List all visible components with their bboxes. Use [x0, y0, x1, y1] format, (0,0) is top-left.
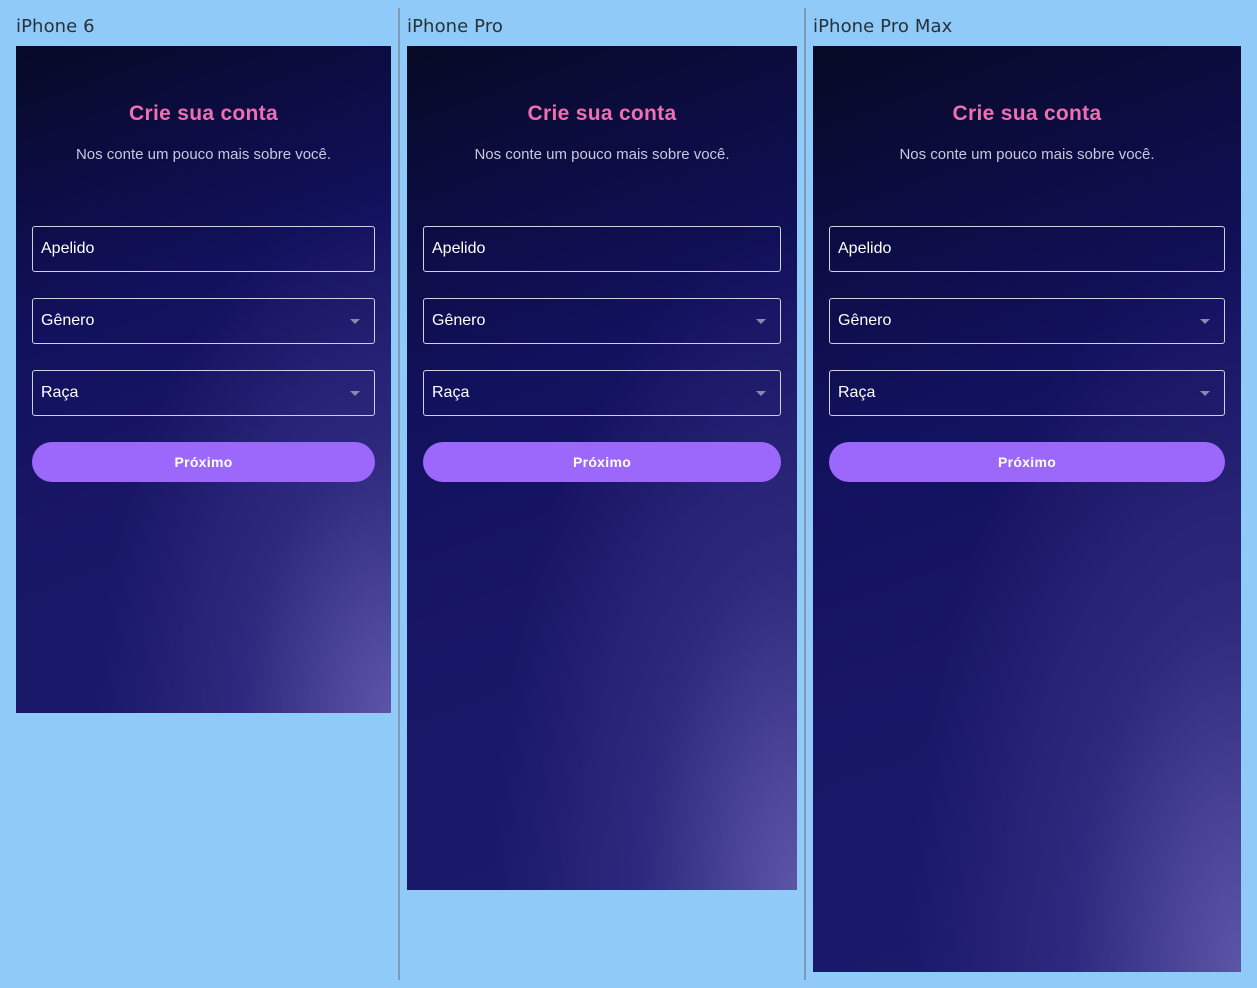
- race-label: Raça: [41, 384, 79, 401]
- gender-label: Gênero: [838, 312, 892, 329]
- next-button[interactable]: Próximo: [829, 442, 1225, 482]
- race-label: Raça: [838, 384, 876, 401]
- nickname-input[interactable]: Apelido: [423, 226, 781, 272]
- caret-down-icon: [1200, 390, 1210, 396]
- phone-screen: Crie sua conta Nos conte um pouco mais s…: [813, 46, 1241, 972]
- gender-label: Gênero: [432, 312, 486, 329]
- gender-select[interactable]: Gênero: [829, 298, 1225, 344]
- page-title: Crie sua conta: [952, 102, 1102, 125]
- nickname-label: Apelido: [838, 240, 892, 257]
- caret-down-icon: [350, 390, 360, 396]
- page-subtitle: Nos conte um pouco mais sobre você.: [899, 146, 1155, 163]
- race-select[interactable]: Raça: [829, 370, 1225, 416]
- race-select[interactable]: Raça: [423, 370, 781, 416]
- phone-screen: Crie sua conta Nos conte um pouco mais s…: [407, 46, 797, 890]
- page-title: Crie sua conta: [527, 102, 677, 125]
- page-subtitle: Nos conte um pouco mais sobre você.: [75, 146, 332, 163]
- device-column-iphone-pro: iPhone Pro Crie sua conta Nos conte um p…: [400, 0, 804, 988]
- gender-label: Gênero: [41, 312, 95, 329]
- caret-down-icon: [350, 318, 360, 324]
- device-label: iPhone Pro: [407, 16, 504, 37]
- device-column-iphone-pro-max: iPhone Pro Max Crie sua conta Nos conte …: [806, 0, 1257, 988]
- next-button[interactable]: Próximo: [32, 442, 375, 482]
- device-label: iPhone 6: [16, 16, 95, 37]
- page-title: Crie sua conta: [129, 102, 278, 125]
- device-column-iphone-6: iPhone 6 Crie sua conta Nos conte um pou…: [0, 0, 398, 988]
- nickname-input[interactable]: Apelido: [32, 226, 375, 272]
- next-button[interactable]: Próximo: [423, 442, 781, 482]
- caret-down-icon: [1200, 318, 1210, 324]
- nickname-label: Apelido: [432, 240, 486, 257]
- gender-select[interactable]: Gênero: [32, 298, 375, 344]
- gender-select[interactable]: Gênero: [423, 298, 781, 344]
- race-select[interactable]: Raça: [32, 370, 375, 416]
- nickname-input[interactable]: Apelido: [829, 226, 1225, 272]
- caret-down-icon: [756, 390, 766, 396]
- device-label: iPhone Pro Max: [813, 16, 953, 37]
- caret-down-icon: [756, 318, 766, 324]
- nickname-label: Apelido: [41, 240, 95, 257]
- race-label: Raça: [432, 384, 470, 401]
- page-subtitle: Nos conte um pouco mais sobre você.: [474, 146, 730, 163]
- phone-screen: Crie sua conta Nos conte um pouco mais s…: [16, 46, 391, 713]
